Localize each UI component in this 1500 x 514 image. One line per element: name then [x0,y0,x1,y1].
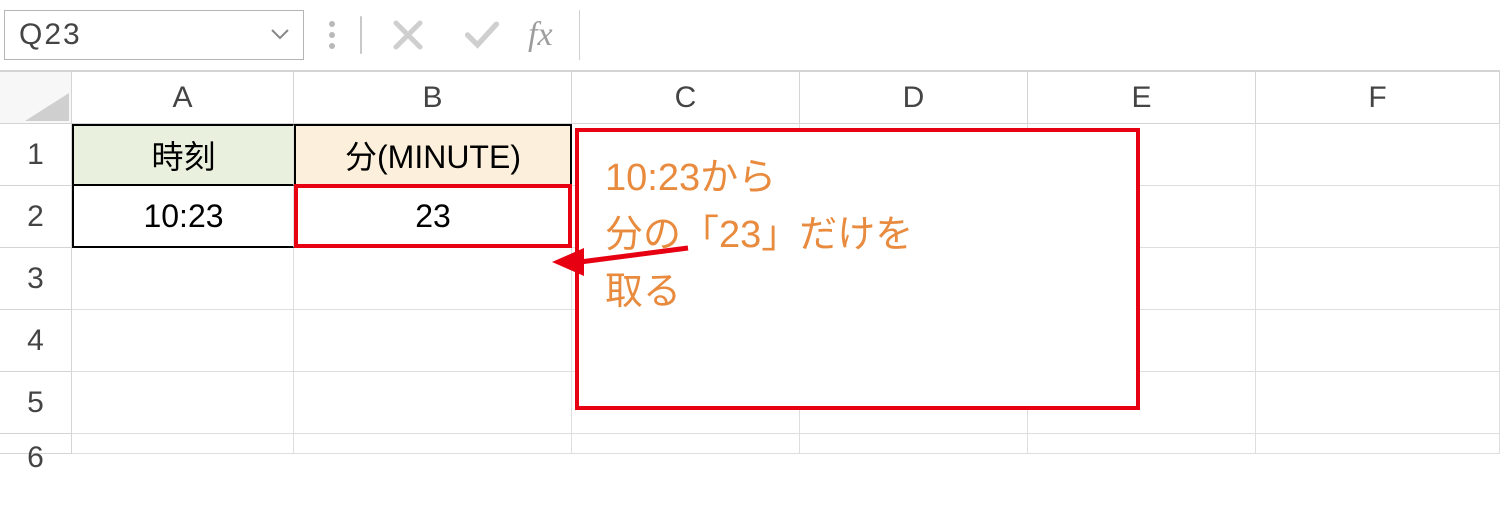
separator [360,16,362,54]
col-header-E[interactable]: E [1028,72,1256,124]
more-icon[interactable] [322,21,342,49]
cell-B4[interactable] [294,310,572,372]
annotation-callout: 10:23から 分の「23」だけを 取る [575,128,1140,410]
cell-A4[interactable] [72,310,294,372]
x-icon [390,17,426,53]
row-header-5[interactable]: 5 [0,372,72,434]
row-header-4[interactable]: 4 [0,310,72,372]
col-header-D[interactable]: D [800,72,1028,124]
col-header-A[interactable]: A [72,72,294,124]
callout-line: 分の「23」だけを [605,207,1110,264]
callout-line: 10:23から [605,150,1110,207]
cell-A6[interactable] [72,434,294,454]
cell-B3[interactable] [294,248,572,310]
cell-F3[interactable] [1256,248,1500,310]
formula-input[interactable] [579,10,1496,60]
cell-B6[interactable] [294,434,572,454]
row-header-1[interactable]: 1 [0,124,72,186]
cell-B5[interactable] [294,372,572,434]
cell-E6[interactable] [1028,434,1256,454]
table-row: 6 [0,434,1500,454]
cell-D6[interactable] [800,434,1028,454]
formula-bar: Q23 fx [0,0,1500,72]
row-header-3[interactable]: 3 [0,248,72,310]
cell-B2[interactable]: 23 [294,186,572,248]
fx-label[interactable]: fx [528,16,561,54]
cell-A1[interactable]: 時刻 [72,124,294,186]
row-header-6[interactable]: 6 [0,434,72,454]
row-header-2[interactable]: 2 [0,186,72,248]
cell-F6[interactable] [1256,434,1500,454]
name-box[interactable]: Q23 [4,10,304,60]
cancel-formula-button [380,13,436,57]
cell-C6[interactable] [572,434,800,454]
name-box-value: Q23 [19,18,82,52]
col-header-C[interactable]: C [572,72,800,124]
cell-F1[interactable] [1256,124,1500,186]
column-header-row: A B C D E F [0,72,1500,124]
chevron-down-icon[interactable] [271,27,289,43]
callout-line: 取る [605,264,1110,321]
select-all-corner[interactable] [0,72,72,124]
col-header-F[interactable]: F [1256,72,1500,124]
cell-F2[interactable] [1256,186,1500,248]
check-icon [464,17,500,53]
cell-A3[interactable] [72,248,294,310]
col-header-B[interactable]: B [294,72,572,124]
cell-F5[interactable] [1256,372,1500,434]
cell-B1[interactable]: 分(MINUTE) [294,124,572,186]
confirm-formula-button [454,13,510,57]
cell-A5[interactable] [72,372,294,434]
cell-F4[interactable] [1256,310,1500,372]
cell-A2[interactable]: 10:23 [72,186,294,248]
